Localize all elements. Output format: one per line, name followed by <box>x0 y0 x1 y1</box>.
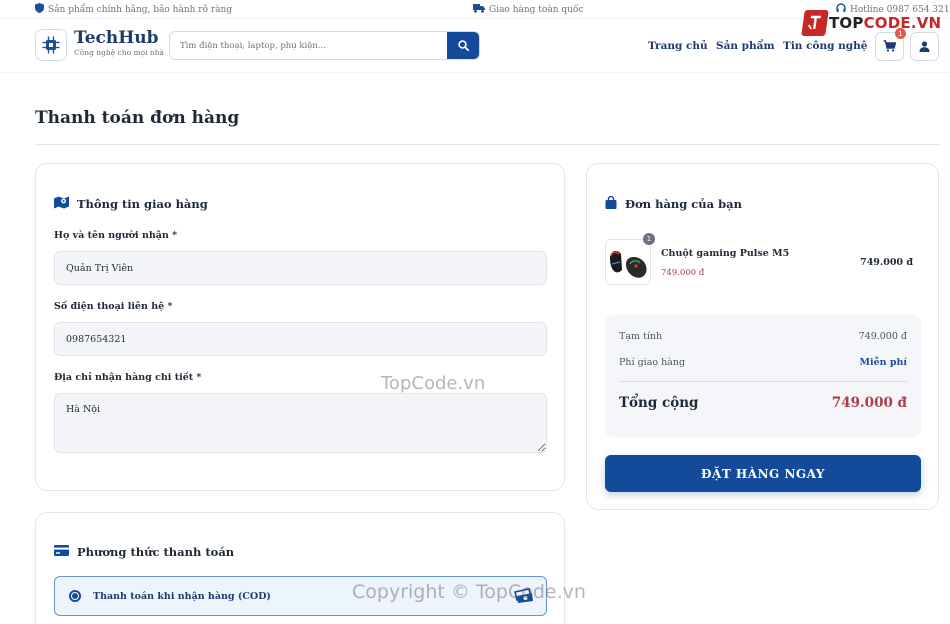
subtotal-row: Tạm tính 749.000 đ <box>619 331 907 342</box>
shipping-fee-row: Phí giao hàng Miễn phí <box>619 357 907 368</box>
item-name[interactable]: Chuột gaming Pulse M5 <box>661 248 789 259</box>
search-button[interactable] <box>447 32 479 59</box>
address-textarea[interactable]: Hà Nội <box>54 393 547 453</box>
credit-card-icon <box>54 545 69 559</box>
brand[interactable]: TechHub Công nghệ cho mọi nhà <box>74 28 164 57</box>
place-order-button[interactable]: ĐẶT HÀNG NGAY <box>605 455 921 492</box>
nav-products[interactable]: Sản phẩm <box>716 40 775 52</box>
total-row: Tổng cộng 749.000 đ <box>619 395 907 411</box>
search-input[interactable] <box>170 32 447 59</box>
product-thumbnail[interactable] <box>605 239 651 285</box>
cod-radio[interactable] <box>69 590 81 602</box>
shipping-info: Giao hàng toàn quốc <box>473 0 583 19</box>
shield-icon <box>35 3 44 16</box>
price-summary: Tạm tính 749.000 đ Phí giao hàng Miễn ph… <box>605 315 921 437</box>
item-unit-price: 749.000 đ <box>661 268 705 278</box>
nav-home[interactable]: Trang chủ <box>648 40 708 52</box>
search-icon <box>457 36 469 55</box>
user-icon <box>919 37 930 56</box>
brand-name: TechHub <box>74 28 159 48</box>
nav-tech-news[interactable]: Tin công nghệ <box>783 40 867 52</box>
order-heading-text: Đơn hàng của bạn <box>625 197 742 211</box>
shipping-heading: Thông tin giao hàng <box>54 196 208 212</box>
page-title: Thanh toán đơn hàng <box>35 108 240 128</box>
shipping-fee-label: Phí giao hàng <box>619 357 686 368</box>
recipient-name-input[interactable] <box>54 251 547 285</box>
address-label: Địa chỉ nhận hàng chi tiết * <box>54 372 202 383</box>
cart-button[interactable]: 1 <box>875 28 906 61</box>
warranty-text: Sản phẩm chính hãng, bảo hành rõ ràng <box>48 4 233 15</box>
map-icon <box>54 196 69 212</box>
item-line-total: 749.000 đ <box>860 257 913 268</box>
item-quantity-badge: 1 <box>643 233 655 245</box>
search-bar <box>169 31 480 60</box>
recipient-name-label: Họ và tên người nhận * <box>54 230 178 241</box>
payment-method-card: Phương thức thanh toán Thanh toán khi nh… <box>35 512 565 624</box>
watermark-center: TopCode.vn <box>381 373 486 394</box>
title-divider <box>35 144 939 145</box>
cart-icon <box>883 37 897 56</box>
topcode-prefix: TOP <box>829 14 864 32</box>
shipping-info-card: Thông tin giao hàng Họ và tên người nhận… <box>35 163 565 491</box>
watermark-bottom: Copyright © TopCode.vn <box>352 581 586 603</box>
brand-tagline: Công nghệ cho mọi nhà <box>74 48 165 57</box>
warranty-info: Sản phẩm chính hãng, bảo hành rõ ràng <box>35 0 232 19</box>
total-label: Tổng cộng <box>619 395 699 411</box>
payment-heading-text: Phương thức thanh toán <box>77 545 235 559</box>
cod-label: Thanh toán khi nhận hàng (COD) <box>93 590 271 602</box>
topcode-suffix: CODE.VN <box>863 14 942 32</box>
subtotal-label: Tạm tính <box>619 331 663 342</box>
gaming-mouse-image <box>606 240 650 284</box>
subtotal-value: 749.000 đ <box>858 331 907 342</box>
shopping-bag-icon <box>605 195 617 212</box>
phone-input[interactable] <box>54 322 547 356</box>
truck-icon <box>473 3 485 16</box>
total-value: 749.000 đ <box>831 395 907 411</box>
order-summary-card: Đơn hàng của bạn 1 Chuột gaming Pulse M5… <box>586 163 939 510</box>
shipping-heading-text: Thông tin giao hàng <box>77 197 208 211</box>
topcode-mark-icon <box>801 10 829 36</box>
phone-label: Số điện thoại liên hệ * <box>54 301 173 312</box>
summary-divider <box>619 381 907 382</box>
account-button[interactable] <box>910 32 939 61</box>
order-heading: Đơn hàng của bạn <box>605 195 742 212</box>
shipping-text: Giao hàng toàn quốc <box>489 4 584 15</box>
topcode-logo-text: TOPCODE.VN <box>829 14 941 32</box>
chip-icon[interactable] <box>35 29 67 61</box>
shipping-fee-value: Miễn phí <box>859 357 907 368</box>
topcode-logo: TOPCODE.VN <box>801 10 941 36</box>
payment-heading: Phương thức thanh toán <box>54 545 234 559</box>
